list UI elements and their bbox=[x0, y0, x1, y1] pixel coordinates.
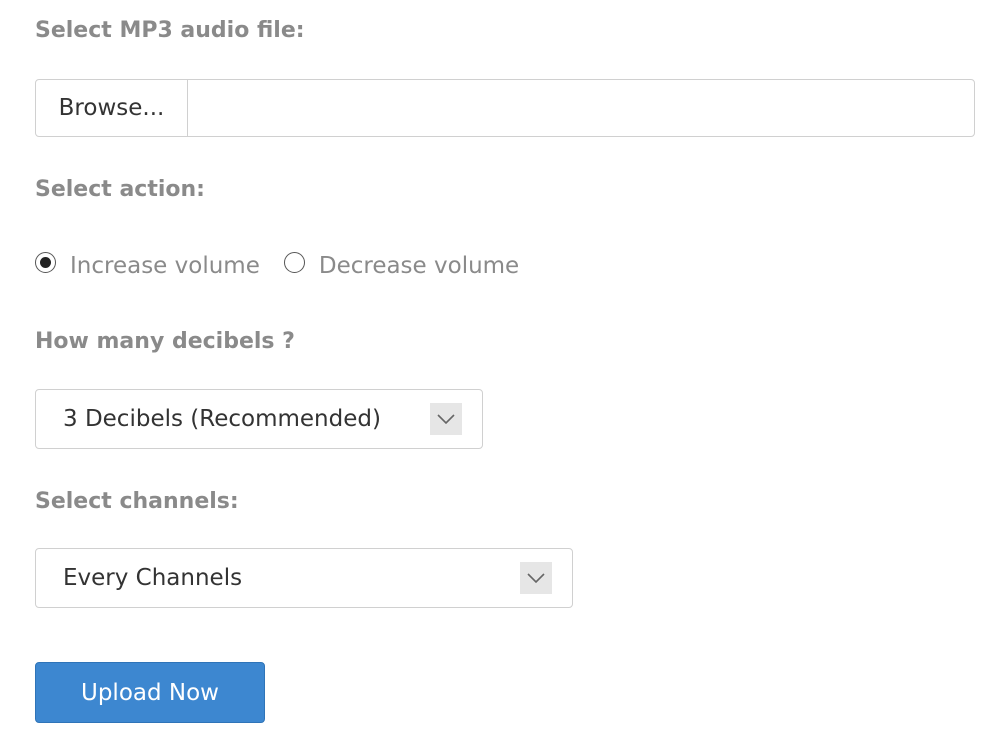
action-label: Select action: bbox=[35, 177, 205, 202]
radio-unchecked-icon[interactable] bbox=[283, 251, 305, 273]
volume-form: Select MP3 audio file: Browse... Select … bbox=[0, 0, 1000, 752]
file-name-field[interactable] bbox=[188, 80, 974, 136]
radio-dot bbox=[40, 256, 51, 268]
decibels-label: How many decibels ? bbox=[35, 329, 295, 354]
radio-increase-volume[interactable]: Increase volume bbox=[35, 251, 260, 279]
chevron-down-icon[interactable] bbox=[430, 403, 462, 435]
chevron-down-icon[interactable] bbox=[520, 562, 552, 594]
channels-select[interactable]: Every Channels bbox=[35, 548, 573, 608]
radio-label-decrease: Decrease volume bbox=[318, 253, 520, 279]
decibels-select[interactable]: 3 Decibels (Recommended) bbox=[35, 389, 483, 449]
channels-selected-value: Every Channels bbox=[63, 565, 243, 591]
radio-label-increase: Increase volume bbox=[70, 253, 260, 279]
radio-checked-icon[interactable] bbox=[35, 251, 56, 273]
browse-button[interactable]: Browse... bbox=[36, 80, 188, 136]
decibels-selected-value: 3 Decibels (Recommended) bbox=[63, 406, 381, 432]
radio-decrease-volume[interactable]: Decrease volume bbox=[283, 251, 520, 279]
upload-now-button[interactable]: Upload Now bbox=[35, 662, 265, 723]
channels-label: Select channels: bbox=[35, 489, 239, 514]
file-input[interactable]: Browse... bbox=[35, 79, 975, 137]
file-label: Select MP3 audio file: bbox=[35, 18, 305, 43]
action-radio-group: Increase volume Decrease volume bbox=[35, 246, 543, 286]
